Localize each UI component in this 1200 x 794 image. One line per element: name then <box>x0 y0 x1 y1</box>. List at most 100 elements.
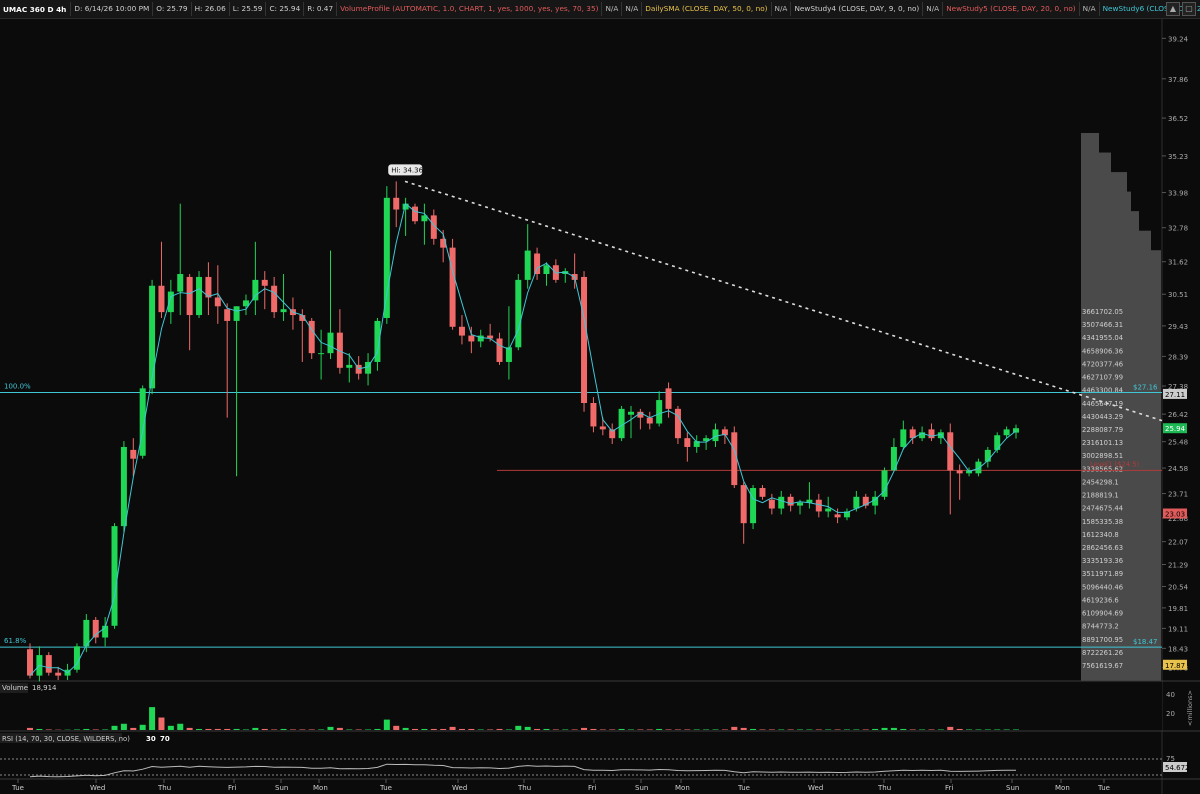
candle-body[interactable] <box>731 432 738 486</box>
volume-profile-label: 2316101.13 <box>1082 439 1123 447</box>
volume-bar <box>421 728 428 730</box>
price-tick-label: 36.52 <box>1168 115 1188 123</box>
volume-bar <box>581 727 588 730</box>
candle-body[interactable] <box>327 332 334 354</box>
candle-body[interactable] <box>346 364 353 368</box>
candle-body[interactable] <box>186 276 193 316</box>
candle-body[interactable] <box>543 265 550 275</box>
volume-bar <box>111 725 118 730</box>
candle-body[interactable] <box>149 285 156 389</box>
candle-body[interactable] <box>383 197 390 318</box>
candle-body[interactable] <box>750 488 757 524</box>
candle-body[interactable] <box>27 649 33 676</box>
volume-bar <box>618 728 625 730</box>
volume-bar <box>102 729 109 730</box>
candle-body[interactable] <box>55 672 62 676</box>
volume-bar <box>139 724 146 730</box>
candle-body[interactable] <box>646 417 653 424</box>
volume-bar <box>271 729 278 730</box>
candle-body[interactable] <box>458 326 465 336</box>
candle-body[interactable] <box>224 309 231 321</box>
candle-body[interactable] <box>252 279 259 301</box>
candle-body[interactable] <box>130 449 137 459</box>
candle-body[interactable] <box>261 279 268 286</box>
candle-body[interactable] <box>120 446 127 527</box>
candle-body[interactable] <box>196 276 203 316</box>
candle-body[interactable] <box>778 496 785 509</box>
volume-bar <box>83 728 90 730</box>
candle-body[interactable] <box>599 426 606 430</box>
candle-body[interactable] <box>515 279 522 348</box>
candle-body[interactable] <box>177 274 184 292</box>
time-label: Fri <box>945 784 953 792</box>
volume-bar <box>956 728 963 730</box>
candle-body[interactable] <box>759 488 766 497</box>
volume-bar <box>890 727 897 730</box>
volume-bar <box>994 729 1001 730</box>
candle-body[interactable] <box>768 499 775 509</box>
candle-body[interactable] <box>656 400 663 424</box>
volume-bar <box>158 717 165 730</box>
volume-bar <box>318 729 325 730</box>
candle-body[interactable] <box>627 411 634 415</box>
candle-body[interactable] <box>684 438 691 447</box>
price-tick-label: 31.62 <box>1168 259 1188 267</box>
candle-body[interactable] <box>280 309 287 313</box>
candle-body[interactable] <box>449 247 456 327</box>
time-label: Thu <box>157 784 171 792</box>
candle-body[interactable] <box>158 285 165 313</box>
volume-bar <box>383 719 390 730</box>
time-label: Tue <box>379 784 392 792</box>
candle-body[interactable] <box>496 338 503 362</box>
volume-bar <box>975 729 982 730</box>
candle-body[interactable] <box>581 276 588 403</box>
rsi-axis-tick: 75 <box>1166 755 1175 763</box>
candle-body[interactable] <box>1003 429 1010 436</box>
candle-body[interactable] <box>412 206 419 222</box>
volume-bar <box>167 725 174 730</box>
candle-body[interactable] <box>524 250 531 280</box>
volume-bar <box>308 729 315 730</box>
price-tick-label: 37.86 <box>1168 76 1189 84</box>
candle-body[interactable] <box>928 429 935 439</box>
candle-body[interactable] <box>214 297 221 307</box>
volume-bar <box>731 726 738 730</box>
candle-body[interactable] <box>853 496 860 509</box>
candle-body[interactable] <box>947 432 954 471</box>
candle-body[interactable] <box>111 526 118 626</box>
candle-body[interactable] <box>271 285 278 313</box>
candle-body[interactable] <box>674 408 681 439</box>
candle-body[interactable] <box>834 514 841 518</box>
volume-bar <box>740 727 747 730</box>
candle-body[interactable] <box>900 429 907 447</box>
candle-body[interactable] <box>318 353 325 355</box>
candle-body[interactable] <box>825 508 832 512</box>
volume-bar <box>346 729 353 730</box>
candle-body[interactable] <box>797 502 804 506</box>
level-left-label: 100.0% <box>4 382 31 390</box>
candle-body[interactable] <box>393 197 400 210</box>
candle-body[interactable] <box>665 388 672 409</box>
time-label: Wed <box>452 784 467 792</box>
candle-body[interactable] <box>233 306 240 321</box>
volume-bar <box>261 728 268 730</box>
candle-body[interactable] <box>534 253 541 275</box>
price-chart[interactable]: 39.24 37.86 36.52 35.23 33.98 32.78 31.62 30.51… <box>0 0 1200 794</box>
candle-body[interactable] <box>45 655 52 673</box>
candle-body[interactable] <box>468 335 475 342</box>
volume-bar <box>524 726 531 730</box>
candle-body[interactable] <box>787 496 794 506</box>
price-tick-label: 25.48 <box>1168 439 1188 447</box>
candle-body[interactable] <box>975 461 982 474</box>
candle-body[interactable] <box>994 435 1001 450</box>
candle-body[interactable] <box>590 402 597 427</box>
volume-bar <box>73 729 80 730</box>
candle-body[interactable] <box>740 485 747 524</box>
candle-body[interactable] <box>618 408 625 439</box>
candle-body[interactable] <box>956 470 963 474</box>
candle-body[interactable] <box>815 499 822 512</box>
candle-body[interactable] <box>712 429 719 442</box>
candle-body[interactable] <box>167 291 174 313</box>
volume-bar <box>834 729 841 730</box>
volume-profile-label: 4430443.29 <box>1082 413 1123 421</box>
